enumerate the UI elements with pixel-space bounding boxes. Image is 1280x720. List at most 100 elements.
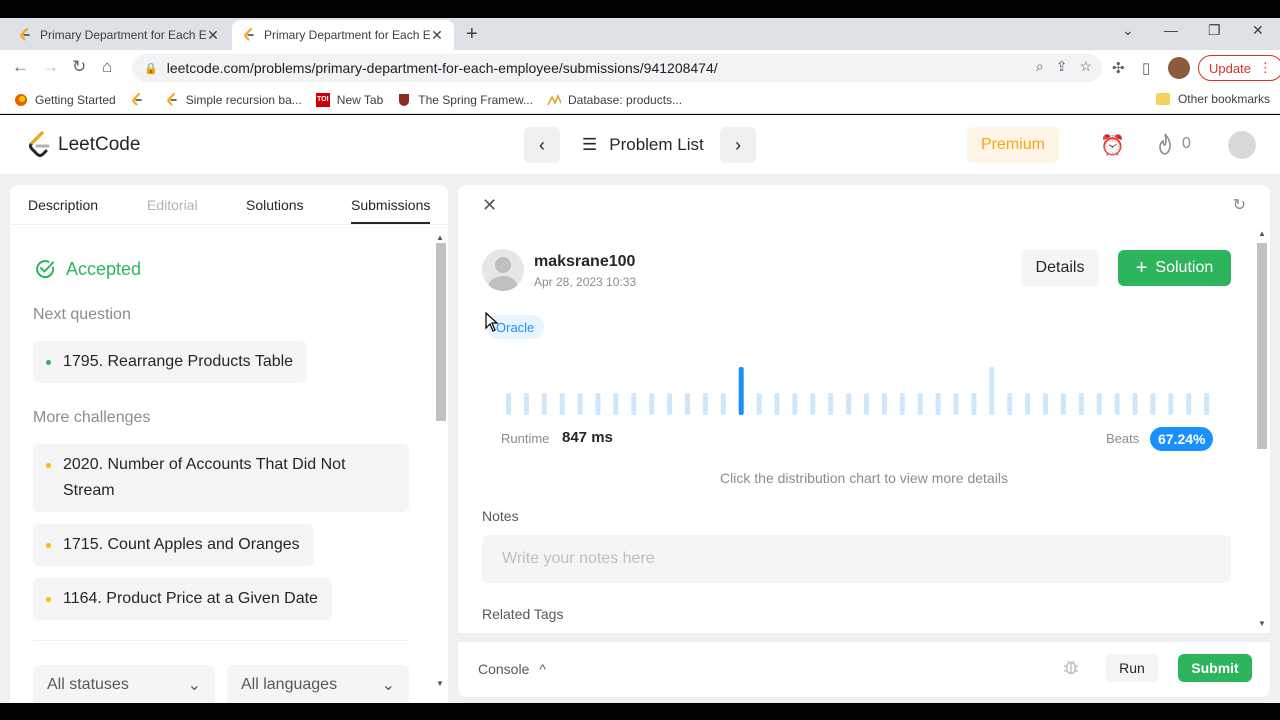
browser-tab-active[interactable]: Primary Department for Each Em ✕ <box>232 20 454 50</box>
scroll-down-arrow-icon[interactable]: ▼ <box>436 679 444 688</box>
scroll-up-arrow-icon[interactable]: ▲ <box>436 233 444 242</box>
distribution-bar[interactable] <box>756 393 762 415</box>
tab-close-icon[interactable]: ✕ <box>430 27 444 44</box>
tab-solutions[interactable]: Solutions <box>246 197 304 213</box>
distribution-bar[interactable] <box>1114 393 1120 415</box>
distribution-bar[interactable] <box>1007 393 1013 415</box>
address-bar[interactable]: 🔒 leetcode.com/problems/primary-departme… <box>132 54 1102 82</box>
back-arrow-icon[interactable]: ← <box>12 57 29 77</box>
distribution-bar[interactable] <box>541 393 547 415</box>
challenge-card[interactable]: 1164. Product Price at a Given Date <box>33 578 332 620</box>
problem-list-button[interactable]: ☰ Problem List <box>582 135 704 155</box>
share-icon[interactable]: ⇪ <box>1056 58 1068 75</box>
status-filter-select[interactable]: All statuses ⌄ <box>33 665 215 703</box>
leetcode-logo[interactable]: LeetCode <box>28 131 140 159</box>
distribution-bar[interactable] <box>864 393 869 415</box>
update-button[interactable]: Update ⋮ <box>1198 55 1280 81</box>
distribution-bar[interactable] <box>1096 393 1102 415</box>
browser-tab[interactable]: Primary Department for Each Em ✕ <box>8 20 230 50</box>
distribution-bar[interactable] <box>774 393 780 415</box>
tab-search-chevron-icon[interactable]: ⌄ <box>1122 22 1134 39</box>
submitter-username[interactable]: maksrane100 <box>534 253 635 271</box>
details-button[interactable]: Details <box>1021 250 1099 286</box>
debug-bug-icon[interactable] <box>1062 658 1080 681</box>
distribution-bar[interactable] <box>881 393 887 415</box>
forward-arrow-icon[interactable]: → <box>42 57 59 77</box>
close-icon[interactable]: ✕ <box>482 195 497 216</box>
distribution-bar[interactable] <box>738 367 744 415</box>
zoom-icon[interactable]: ⌕ <box>1036 58 1044 75</box>
distribution-bar[interactable] <box>1043 393 1048 415</box>
distribution-bar[interactable] <box>1204 393 1210 415</box>
right-scrollbar[interactable]: ▲ ▼ <box>1254 227 1270 633</box>
console-toggle-button[interactable]: Console ^ <box>478 661 546 677</box>
minimize-icon[interactable]: — <box>1164 22 1178 38</box>
scroll-down-arrow-icon[interactable]: ▼ <box>1258 619 1266 628</box>
bookmark-item[interactable]: TOI New Tab <box>315 92 383 107</box>
distribution-bar[interactable] <box>702 393 708 415</box>
next-problem-chevron-icon[interactable]: › <box>720 127 756 163</box>
run-button[interactable]: Run <box>1106 654 1158 682</box>
premium-button[interactable]: Premium <box>967 127 1059 163</box>
distribution-bar[interactable] <box>720 393 726 415</box>
home-icon[interactable]: ⌂ <box>102 57 112 77</box>
distribution-bar[interactable] <box>1132 393 1138 415</box>
distribution-bar[interactable] <box>935 393 941 415</box>
post-solution-button[interactable]: + Solution <box>1118 250 1231 286</box>
distribution-bar[interactable] <box>559 393 565 415</box>
reload-icon[interactable]: ↻ <box>72 57 86 77</box>
language-filter-select[interactable]: All languages ⌄ <box>227 665 409 703</box>
distribution-bar[interactable] <box>917 393 923 415</box>
distribution-bar[interactable] <box>613 393 619 415</box>
tab-close-icon[interactable]: ✕ <box>206 27 220 44</box>
scrollbar-thumb[interactable] <box>436 243 446 421</box>
distribution-bar[interactable] <box>506 393 511 415</box>
challenge-card[interactable]: 1715. Count Apples and Oranges <box>33 524 314 566</box>
restore-icon[interactable]: ❐ <box>1208 22 1221 39</box>
bookmark-item[interactable]: Database: products... <box>547 93 682 107</box>
distribution-bar[interactable] <box>595 393 601 415</box>
distribution-bar[interactable] <box>685 393 690 415</box>
distribution-bar[interactable] <box>577 393 583 415</box>
bookmark-star-icon[interactable]: ☆ <box>1079 58 1092 75</box>
distribution-bar[interactable] <box>1186 393 1192 415</box>
distribution-bar[interactable] <box>828 393 834 415</box>
bookmark-item[interactable]: The Spring Framew... <box>397 93 533 107</box>
refresh-icon[interactable]: ↻ <box>1233 195 1246 215</box>
distribution-bar[interactable] <box>1060 393 1066 415</box>
distribution-bar[interactable] <box>1078 393 1084 415</box>
streak-counter[interactable]: 0 <box>1156 133 1191 155</box>
distribution-bar[interactable] <box>810 393 816 415</box>
scroll-up-arrow-icon[interactable]: ▲ <box>1258 229 1266 238</box>
distribution-bar[interactable] <box>792 393 798 415</box>
alarm-clock-icon[interactable]: ⏰ <box>1100 133 1125 158</box>
distribution-bar[interactable] <box>667 393 673 415</box>
bookmark-item[interactable]: Getting Started <box>14 93 116 107</box>
extensions-puzzle-icon[interactable]: ✣ <box>1112 59 1125 77</box>
distribution-bar[interactable] <box>1025 393 1031 415</box>
distribution-bar[interactable] <box>846 393 852 415</box>
distribution-bar[interactable] <box>1168 393 1174 415</box>
tab-editorial[interactable]: Editorial <box>147 197 198 213</box>
distribution-bar[interactable] <box>523 393 529 415</box>
distribution-bar[interactable] <box>953 393 959 415</box>
distribution-bar[interactable] <box>1150 393 1156 415</box>
other-bookmarks[interactable]: Other bookmarks <box>1155 92 1270 106</box>
scrollbar-thumb[interactable] <box>1257 243 1267 449</box>
tab-submissions[interactable]: Submissions <box>351 197 431 224</box>
distribution-bar[interactable] <box>649 393 655 415</box>
user-avatar[interactable] <box>1228 131 1256 159</box>
left-scrollbar[interactable]: ▲ ▼ <box>434 233 448 703</box>
profile-avatar[interactable] <box>1168 57 1190 79</box>
notes-input[interactable] <box>482 535 1231 583</box>
challenge-card[interactable]: 2020. Number of Accounts That Did Not St… <box>33 444 409 512</box>
submit-button[interactable]: Submit <box>1178 654 1252 682</box>
new-tab-plus-icon[interactable]: + <box>466 23 478 46</box>
bookmark-item[interactable]: Simple recursion ba... <box>165 92 302 107</box>
tab-description[interactable]: Description <box>28 197 98 213</box>
prev-problem-chevron-icon[interactable]: ‹ <box>524 127 560 163</box>
window-close-icon[interactable]: ✕ <box>1252 22 1264 39</box>
distribution-bar[interactable] <box>989 367 995 415</box>
distribution-bar[interactable] <box>631 393 637 415</box>
bookmark-item[interactable] <box>130 92 151 107</box>
